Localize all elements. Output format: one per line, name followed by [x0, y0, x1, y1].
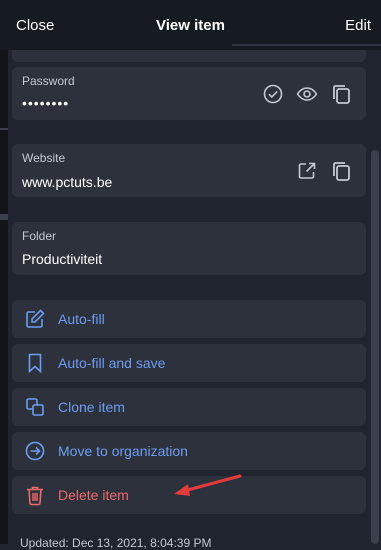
folder-label: Folder [22, 229, 57, 243]
header-divider [232, 44, 381, 46]
clone-item-button[interactable]: Clone item [12, 388, 366, 426]
scrollbar[interactable] [371, 150, 379, 544]
delete-item-button[interactable]: Delete item [12, 476, 366, 514]
trash-icon [24, 484, 46, 506]
background-divider [0, 128, 8, 130]
password-value: •••••••• [22, 95, 70, 111]
password-field: Password •••••••• [12, 67, 366, 120]
bookmark-icon [24, 352, 46, 374]
edit-icon [24, 308, 46, 330]
move-to-organization-button[interactable]: Move to organization [12, 432, 366, 470]
website-actions [296, 160, 352, 182]
password-label: Password [22, 74, 75, 88]
folder-value: Productiviteit [22, 251, 103, 267]
folder-field: Folder Productiviteit [12, 222, 366, 275]
launch-icon[interactable] [296, 160, 318, 182]
autofill-label: Auto-fill [58, 311, 105, 327]
clone-item-label: Clone item [58, 399, 125, 415]
top-bar: Close View item Edit [0, 0, 381, 50]
autofill-button[interactable]: Auto-fill [12, 300, 366, 338]
close-button[interactable]: Close [16, 17, 54, 34]
arrow-circle-icon [24, 440, 46, 462]
background-divider [0, 214, 8, 220]
copy-icon[interactable] [330, 83, 352, 105]
eye-icon[interactable] [296, 83, 318, 105]
edit-button[interactable]: Edit [345, 17, 371, 34]
check-circle-icon[interactable] [262, 83, 284, 105]
move-to-organization-label: Move to organization [58, 443, 188, 459]
website-field: Website www.pctuts.be [12, 144, 366, 197]
website-label: Website [22, 151, 66, 165]
copy-icon[interactable] [330, 160, 352, 182]
page-title: View item [156, 16, 225, 34]
updated-timestamp: Updated: Dec 13, 2021, 8:04:39 PM [20, 536, 212, 550]
clone-icon [24, 396, 46, 418]
autofill-and-save-button[interactable]: Auto-fill and save [12, 344, 366, 382]
website-value: www.pctuts.be [22, 174, 113, 190]
autofill-and-save-label: Auto-fill and save [58, 355, 166, 371]
background-window-edge [0, 50, 8, 544]
delete-item-label: Delete item [58, 487, 129, 503]
password-actions [262, 83, 352, 105]
